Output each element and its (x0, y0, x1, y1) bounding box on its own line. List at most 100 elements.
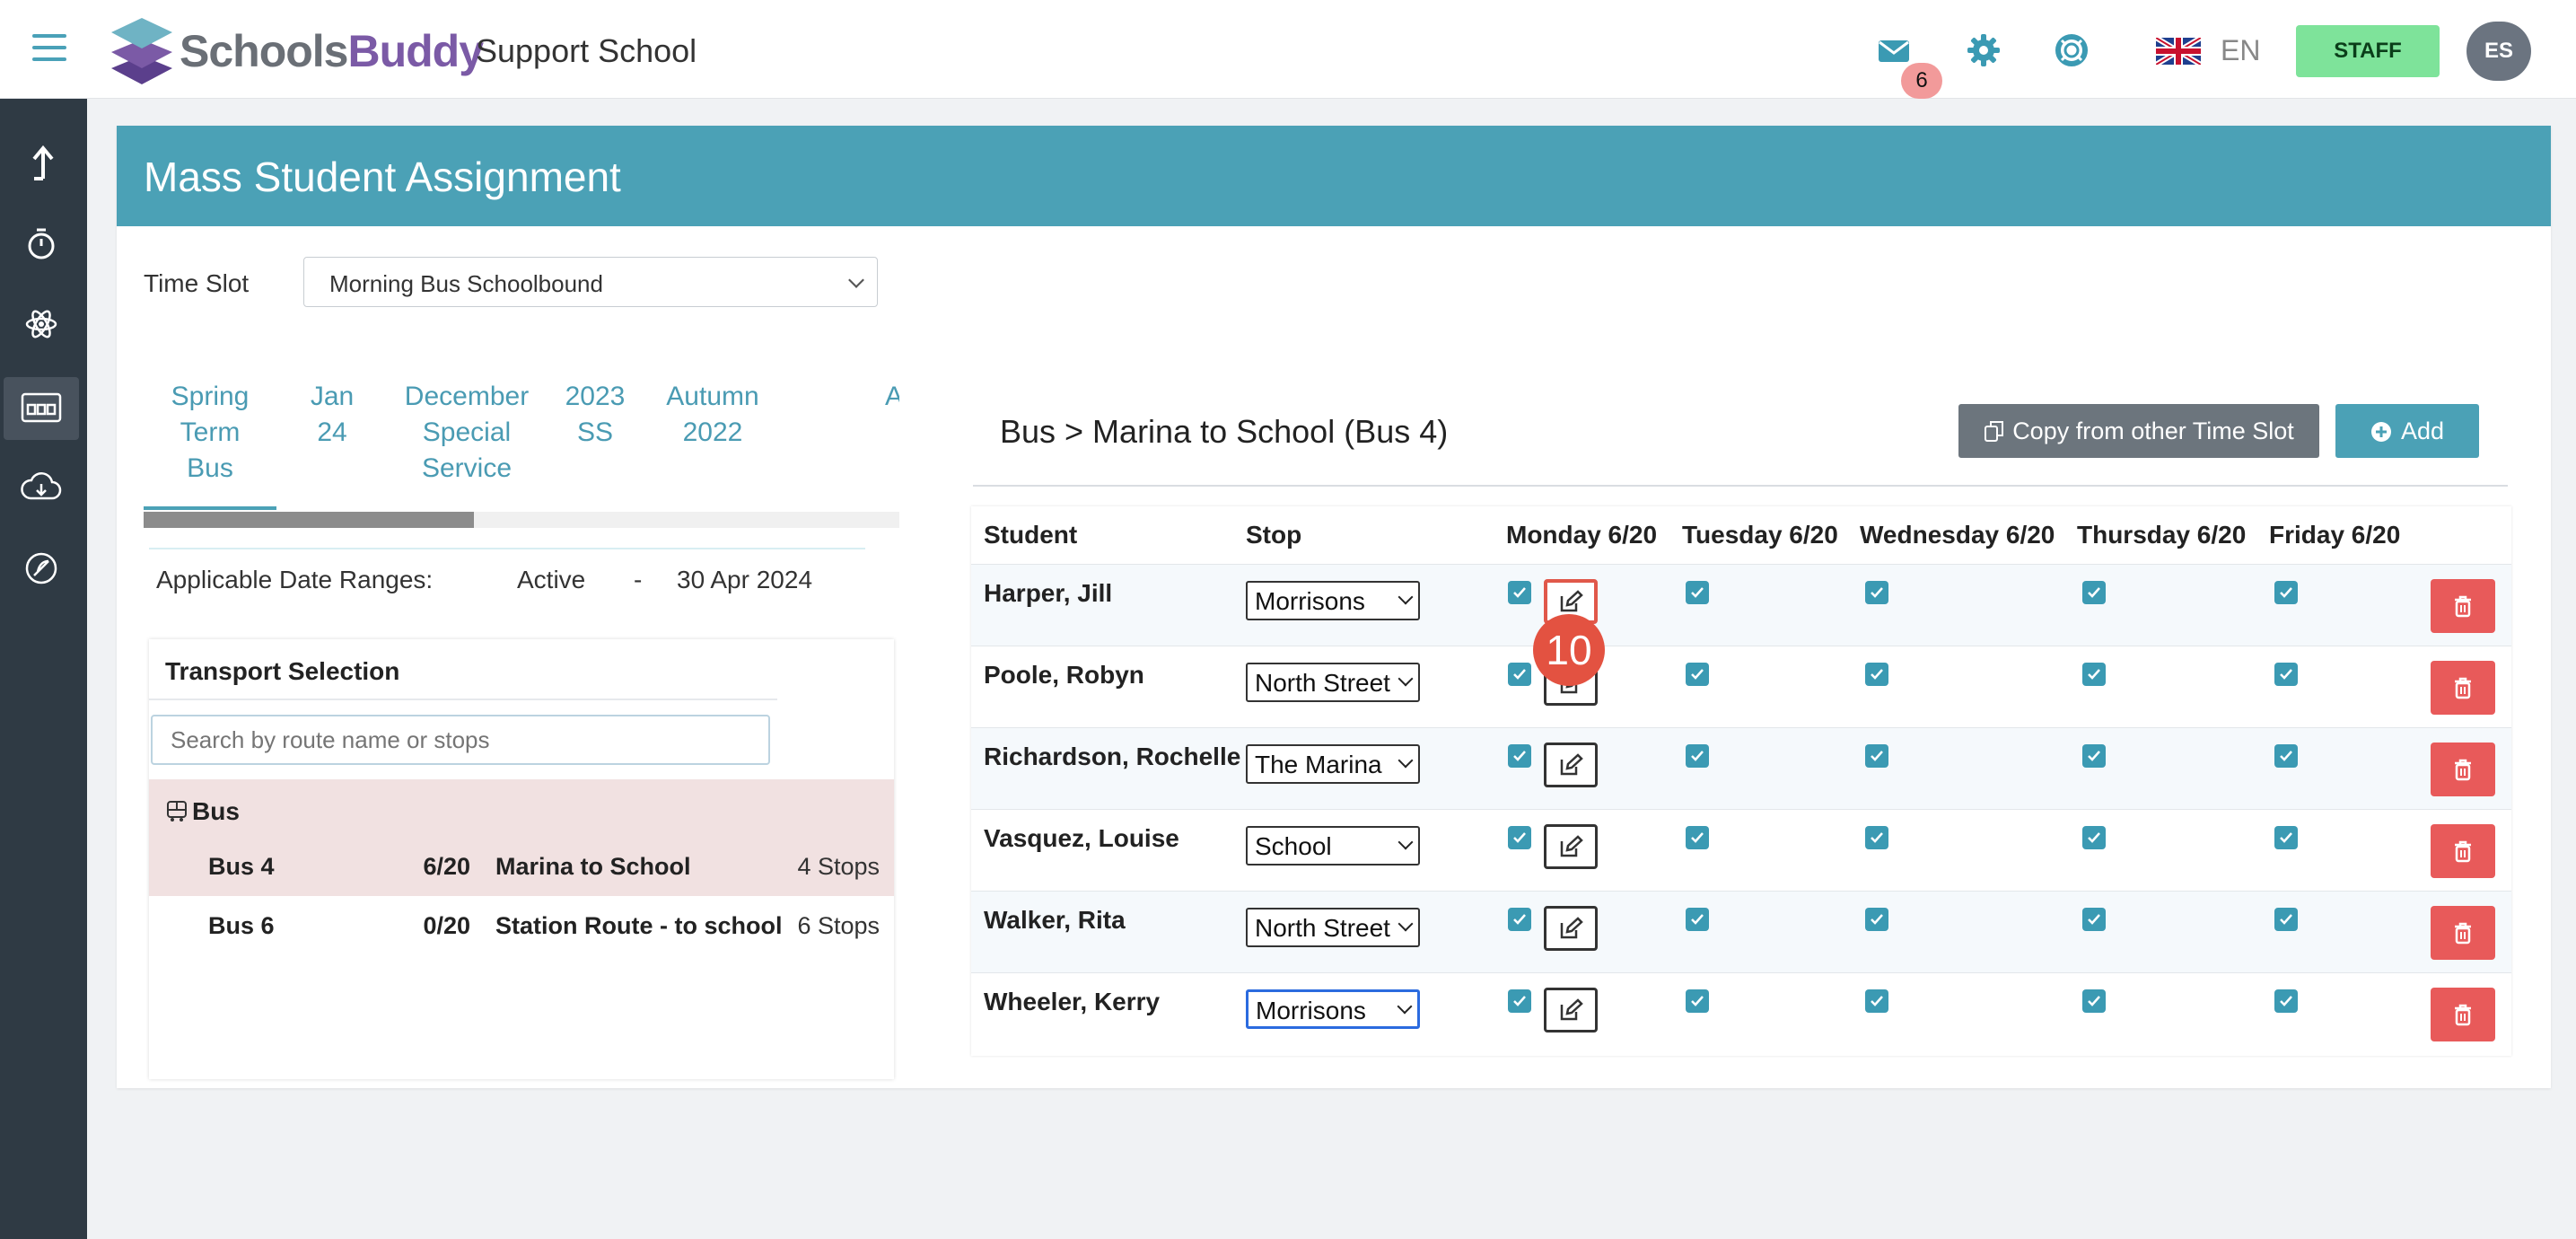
day-checkbox[interactable] (2082, 826, 2106, 849)
trash-icon (2453, 921, 2473, 945)
trash-icon (2453, 839, 2473, 863)
stop-select[interactable]: The Marina (1246, 744, 1420, 784)
day-checkbox[interactable] (1508, 989, 1531, 1013)
day-checkbox[interactable] (2274, 908, 2298, 931)
uk-flag-icon[interactable] (2156, 38, 2201, 65)
delete-row-button[interactable] (2431, 824, 2495, 878)
tabs-scrollbar-thumb[interactable] (144, 512, 474, 528)
menu-icon[interactable] (32, 34, 66, 63)
feather-icon (25, 552, 57, 584)
table-row: Poole, Robyn North Street (971, 646, 2511, 727)
day-checkbox[interactable] (1865, 663, 1888, 686)
day-checkbox[interactable] (2274, 581, 2298, 604)
stop-value: The Marina (1255, 751, 1382, 778)
day-checkbox[interactable] (1508, 826, 1531, 849)
chevron-down-icon (1397, 998, 1413, 1015)
stop-select[interactable]: School (1246, 826, 1420, 866)
delete-row-button[interactable] (2431, 743, 2495, 796)
time-slot-select[interactable]: Morning Bus Schoolbound (303, 257, 878, 307)
check-icon (1870, 586, 1884, 599)
day-checkbox[interactable] (1865, 989, 1888, 1013)
edit-stop-button[interactable] (1544, 906, 1598, 951)
day-checkbox[interactable] (2082, 744, 2106, 768)
term-tabs: Spring Term Bus Jan 24 December Special … (144, 379, 899, 512)
day-checkbox[interactable] (1686, 826, 1709, 849)
day-checkbox[interactable] (1508, 663, 1531, 686)
day-checkbox[interactable] (2274, 663, 2298, 686)
day-checkbox[interactable] (1686, 989, 1709, 1013)
sidebar-item-stopwatch[interactable] (4, 212, 79, 275)
tab-autumn-2022[interactable]: Autumn 2022 (659, 379, 767, 451)
delete-row-button[interactable] (2431, 906, 2495, 960)
sidebar-item-feather[interactable] (4, 537, 79, 600)
day-checkbox[interactable] (1865, 581, 1888, 604)
day-checkbox[interactable] (1865, 826, 1888, 849)
day-checkbox[interactable] (1686, 581, 1709, 604)
transport-selection: Transport Selection Bus Bus 4 6/20 Marin… (149, 639, 894, 1079)
route-capacity: 0/20 (423, 912, 470, 939)
gear-icon[interactable] (1966, 32, 2002, 68)
route-row-bus-6[interactable]: Bus 6 0/20 Station Route - to school 6 S… (149, 898, 894, 955)
tab-overflow[interactable]: A (876, 379, 899, 415)
delete-row-button[interactable] (2431, 661, 2495, 715)
tab-jan-24[interactable]: Jan 24 (287, 379, 377, 451)
day-checkbox[interactable] (2274, 989, 2298, 1013)
copy-from-time-slot-button[interactable]: Copy from other Time Slot (1958, 404, 2319, 458)
column-header-monday: Monday 6/20 (1506, 521, 1658, 549)
staff-button[interactable]: STAFF (2296, 25, 2440, 77)
tab-spring-term-bus[interactable]: Spring Term Bus (160, 379, 260, 487)
divider (973, 485, 2508, 487)
day-checkbox[interactable] (2082, 581, 2106, 604)
stop-select[interactable]: North Street (1246, 663, 1420, 702)
day-checkbox[interactable] (1508, 744, 1531, 768)
tabs-scrollbar[interactable] (144, 512, 899, 528)
column-header-thursday: Thursday 6/20 (2077, 521, 2247, 549)
delete-row-button[interactable] (2431, 579, 2495, 633)
student-name: Poole, Robyn (984, 661, 1144, 689)
day-checkbox[interactable] (2274, 744, 2298, 768)
day-checkbox[interactable] (2082, 663, 2106, 686)
atom-icon (25, 310, 57, 338)
day-checkbox[interactable] (1865, 908, 1888, 931)
lifebuoy-icon[interactable] (2054, 32, 2090, 68)
sidebar-item-atom[interactable] (4, 293, 79, 356)
day-checkbox[interactable] (1508, 908, 1531, 931)
table-row: Vasquez, Louise School (971, 809, 2511, 891)
logo-icon (111, 18, 172, 84)
edit-stop-button[interactable] (1544, 824, 1598, 869)
check-icon (1690, 586, 1704, 599)
check-icon (2087, 586, 2101, 599)
day-checkbox[interactable] (1686, 663, 1709, 686)
stop-select[interactable]: Morrisons (1246, 581, 1420, 620)
stop-select[interactable]: North Street (1246, 908, 1420, 947)
delete-row-button[interactable] (2431, 988, 2495, 1041)
language-selector[interactable]: EN (2221, 34, 2260, 67)
check-icon (1690, 831, 1704, 844)
day-checkbox[interactable] (2082, 908, 2106, 931)
time-slot-value: Morning Bus Schoolbound (329, 270, 603, 297)
sidebar-item-cloud[interactable] (4, 456, 79, 519)
avatar[interactable]: ES (2466, 22, 2531, 81)
bus-group-label: Bus (192, 797, 240, 825)
day-checkbox[interactable] (1686, 744, 1709, 768)
stop-select[interactable]: Morrisons (1246, 989, 1420, 1029)
day-checkbox[interactable] (1865, 744, 1888, 768)
edit-stop-button[interactable] (1544, 988, 1598, 1032)
trash-icon (2453, 594, 2473, 618)
add-student-button[interactable]: Add (2335, 404, 2479, 458)
mail-icon[interactable] (1876, 32, 1912, 68)
sidebar-item-upload[interactable] (4, 131, 79, 194)
edit-stop-button[interactable] (1544, 743, 1598, 787)
sidebar-item-transport[interactable] (4, 377, 79, 440)
route-row-bus-4[interactable]: Bus 4 6/20 Marina to School 4 Stops (149, 839, 894, 896)
route-capacity: 6/20 (423, 853, 470, 880)
route-bus: Bus 4 (208, 853, 275, 880)
tab-december-special-service[interactable]: December Special Service (404, 379, 530, 487)
route-search-input[interactable] (151, 715, 770, 765)
day-checkbox[interactable] (2274, 826, 2298, 849)
day-checkbox[interactable] (2082, 989, 2106, 1013)
day-checkbox[interactable] (1686, 908, 1709, 931)
date-range-start: Active (517, 566, 586, 593)
tab-2023-ss[interactable]: 2023 SS (556, 379, 634, 451)
day-checkbox[interactable] (1508, 581, 1531, 604)
